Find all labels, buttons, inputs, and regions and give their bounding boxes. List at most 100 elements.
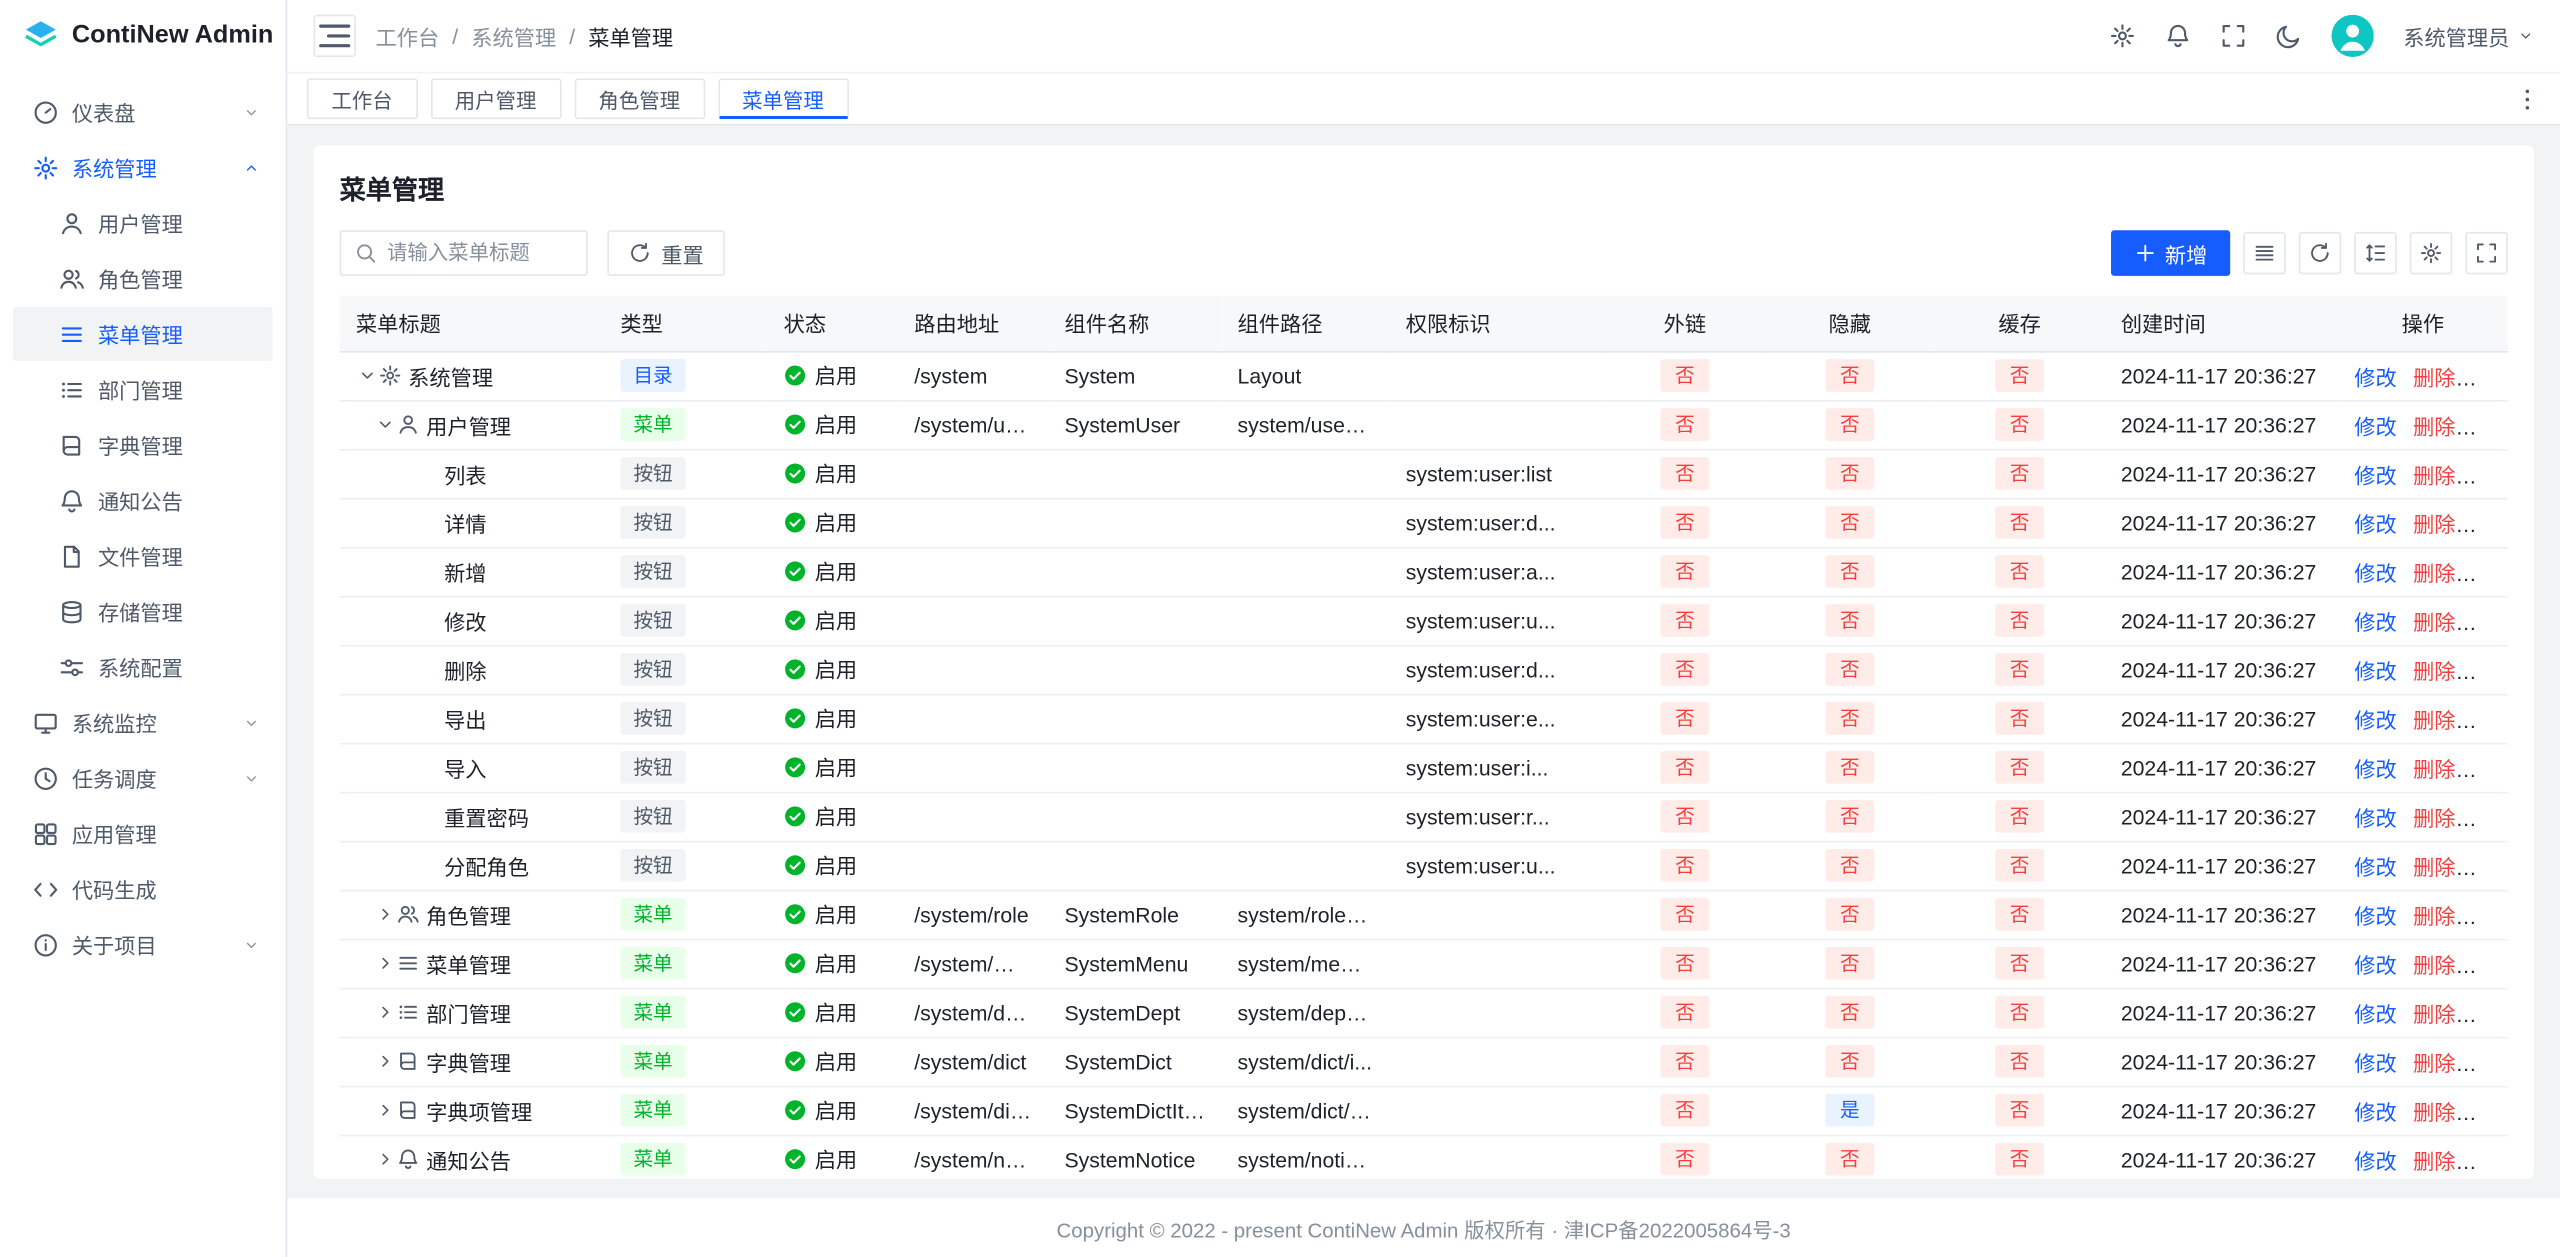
user-menu[interactable]: 系统管理员 (2403, 20, 2534, 51)
refresh-table-button[interactable] (2299, 232, 2341, 274)
add-link[interactable]: 新增 (2472, 757, 2508, 781)
stripe-button[interactable] (2243, 232, 2285, 274)
sidebar-item[interactable]: 系统管理 (13, 140, 273, 194)
delete-link[interactable]: 删除 (2413, 855, 2455, 879)
edit-link[interactable]: 修改 (2354, 365, 2396, 389)
tab[interactable]: 工作台 (307, 78, 417, 119)
edit-link[interactable]: 修改 (2354, 1149, 2396, 1173)
delete-link[interactable]: 删除 (2413, 659, 2455, 683)
delete-link[interactable]: 删除 (2413, 561, 2455, 585)
delete-link[interactable]: 删除 (2413, 806, 2455, 830)
sidebar-item[interactable]: 系统配置 (13, 640, 273, 694)
brand-logo[interactable]: ContiNew Admin (0, 0, 286, 72)
chevron-right-icon[interactable] (374, 1149, 397, 1169)
edit-link[interactable]: 修改 (2354, 855, 2396, 879)
edit-link[interactable]: 修改 (2354, 757, 2396, 781)
breadcrumb-item[interactable]: 系统管理 (471, 20, 556, 51)
line-height-button[interactable] (2354, 232, 2396, 274)
delete-link[interactable]: 删除 (2413, 463, 2455, 487)
delete-link[interactable]: 删除 (2413, 757, 2455, 781)
dark-mode-icon[interactable] (2276, 23, 2302, 49)
tab[interactable]: 角色管理 (574, 78, 705, 119)
delete-link[interactable]: 删除 (2413, 1051, 2455, 1075)
search-input[interactable] (387, 242, 573, 265)
add-link[interactable]: 新增 (2472, 1149, 2508, 1173)
tab[interactable]: 菜单管理 (718, 78, 849, 119)
add-link[interactable]: 新增 (2472, 561, 2508, 585)
sidebar-item[interactable]: 仪表盘 (13, 85, 273, 139)
delete-link[interactable]: 删除 (2413, 1002, 2455, 1026)
add-link[interactable]: 新增 (2472, 904, 2508, 928)
add-link[interactable]: 新增 (2472, 1002, 2508, 1026)
sidebar-item[interactable]: 角色管理 (13, 251, 273, 305)
add-link[interactable]: 新增 (2472, 1051, 2508, 1075)
sidebar-item[interactable]: 文件管理 (13, 529, 273, 583)
edit-link[interactable]: 修改 (2354, 1002, 2396, 1026)
edit-link[interactable]: 修改 (2354, 1100, 2396, 1124)
column-settings-button[interactable] (2410, 232, 2452, 274)
delete-link[interactable]: 删除 (2413, 365, 2455, 389)
delete-link[interactable]: 删除 (2413, 708, 2455, 732)
settings-icon[interactable] (2109, 23, 2135, 49)
edit-link[interactable]: 修改 (2354, 463, 2396, 487)
add-button[interactable]: 新增 (2111, 230, 2230, 276)
sidebar-item[interactable]: 任务调度 (13, 751, 273, 805)
sidebar-item[interactable]: 通知公告 (13, 473, 273, 527)
delete-link[interactable]: 删除 (2413, 512, 2455, 536)
add-link[interactable]: 新增 (2472, 512, 2508, 536)
delete-link[interactable]: 删除 (2413, 904, 2455, 928)
add-link[interactable]: 新增 (2472, 414, 2508, 438)
sidebar-item[interactable]: 字典管理 (13, 418, 273, 472)
delete-link[interactable]: 删除 (2413, 1100, 2455, 1124)
chevron-right-icon[interactable] (374, 1051, 397, 1071)
sidebar-item[interactable]: 关于项目 (13, 918, 273, 972)
edit-link[interactable]: 修改 (2354, 708, 2396, 732)
breadcrumb-item[interactable]: 工作台 (376, 20, 440, 51)
edit-link[interactable]: 修改 (2354, 904, 2396, 928)
notification-icon[interactable] (2165, 23, 2191, 49)
delete-link[interactable]: 删除 (2413, 1149, 2455, 1173)
sidebar-item[interactable]: 存储管理 (13, 584, 273, 638)
chevron-down-icon[interactable] (374, 415, 397, 435)
delete-link[interactable]: 删除 (2413, 414, 2455, 438)
permission-cell: system:user:d... (1389, 645, 1605, 694)
edit-link[interactable]: 修改 (2354, 806, 2396, 830)
delete-link[interactable]: 删除 (2413, 953, 2455, 977)
sidebar-item[interactable]: 代码生成 (13, 862, 273, 916)
avatar[interactable] (2331, 15, 2373, 57)
sidebar-item[interactable]: 部门管理 (13, 362, 273, 416)
edit-link[interactable]: 修改 (2354, 659, 2396, 683)
edit-link[interactable]: 修改 (2354, 953, 2396, 977)
add-link[interactable]: 新增 (2472, 1100, 2508, 1124)
add-link[interactable]: 新增 (2472, 365, 2508, 389)
edit-link[interactable]: 修改 (2354, 1051, 2396, 1075)
chevron-right-icon[interactable] (374, 1002, 397, 1022)
edit-link[interactable]: 修改 (2354, 561, 2396, 585)
sidebar-item[interactable]: 系统监控 (13, 696, 273, 750)
chevron-down-icon[interactable] (356, 366, 379, 386)
reset-button[interactable]: 重置 (607, 230, 725, 276)
add-link[interactable]: 新增 (2472, 659, 2508, 683)
edit-link[interactable]: 修改 (2354, 512, 2396, 536)
edit-link[interactable]: 修改 (2354, 610, 2396, 634)
add-link[interactable]: 新增 (2472, 610, 2508, 634)
sidebar-item[interactable]: 菜单管理 (13, 307, 273, 361)
tab[interactable]: 用户管理 (430, 78, 561, 119)
sidebar-item-label: 系统配置 (98, 651, 183, 682)
delete-link[interactable]: 删除 (2413, 610, 2455, 634)
add-link[interactable]: 新增 (2472, 953, 2508, 977)
add-link[interactable]: 新增 (2472, 463, 2508, 487)
sidebar-item[interactable]: 用户管理 (13, 196, 273, 250)
tab-options-icon[interactable] (2514, 86, 2540, 112)
chevron-right-icon[interactable] (374, 1100, 397, 1120)
collapse-sidebar-button[interactable] (313, 15, 355, 57)
add-link[interactable]: 新增 (2472, 806, 2508, 830)
fullscreen-icon[interactable] (2220, 23, 2246, 49)
sidebar-item[interactable]: 应用管理 (13, 807, 273, 861)
chevron-right-icon[interactable] (374, 953, 397, 973)
chevron-right-icon[interactable] (374, 904, 397, 924)
add-link[interactable]: 新增 (2472, 708, 2508, 732)
fullscreen-table-button[interactable] (2465, 232, 2507, 274)
edit-link[interactable]: 修改 (2354, 414, 2396, 438)
add-link[interactable]: 新增 (2472, 855, 2508, 879)
